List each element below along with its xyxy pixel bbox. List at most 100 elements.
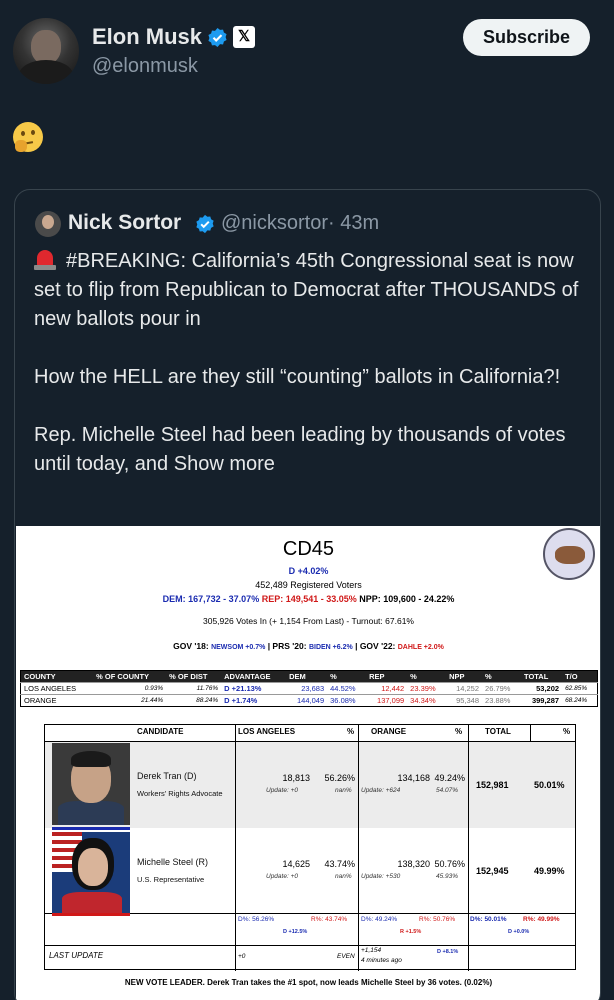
la-update-pct: nan% [335,787,352,794]
la-update-pct: nan% [335,873,352,880]
table-row: LOS ANGELES 0.93% 11.76% D +21.13% 23,68… [20,682,598,695]
or-update-pct: 54.07% [436,787,459,794]
quote-paragraph-1: #BREAKING: California’s 45th Congression… [34,247,594,334]
advantage: D +1.74% [221,694,287,707]
rep-pct: 34.34% [407,694,447,707]
quote-text-3: Rep. Michelle Steel had been leading by … [34,424,566,475]
col-candidate: CANDIDATE [137,727,184,736]
quoted-tweet[interactable]: Nick Sortor @nicksortor· 43m #BREAKING: … [14,189,601,1000]
district-advantage: D +4.02% [288,566,329,576]
quote-handle-text: @nicksortor [221,212,328,234]
previous-results: GOV '18: NEWSOM +0.7% | PRS '20: BIDEN +… [16,641,600,651]
total-dem-share: D%: 50.01% [470,916,507,923]
prev-gov22-label: | GOV '22: [352,641,398,651]
party-registration: DEM: 167,732 - 37.07% REP: 149,541 - 33.… [16,594,600,604]
dem-pct: 44.52% [327,682,367,695]
county-name: ORANGE [20,694,94,707]
pct-county: 21.44% [93,694,167,707]
votes-in: 305,926 Votes In (+ 1,154 From Last) - T… [203,616,414,626]
col-total: TOTAL [521,670,563,683]
col-rep: REP [366,670,408,683]
author-handle[interactable]: @elonmusk [92,55,198,78]
total-shift: D +0.0% [508,929,530,935]
or-shift: R +1.5% [400,929,422,935]
rep-registration: REP: 149,541 - 33.05% [261,594,357,604]
total-votes: 152,981 [476,780,509,790]
npp-pct: 23.88% [482,694,521,707]
last-update-la: +0 [238,953,246,960]
rotating-light-icon [34,248,56,270]
prev-prs20-value: BIDEN +6.2% [308,644,353,651]
table-row: ORANGE 21.44% 88.24% D +1.74% 144,049 36… [20,694,598,707]
rep-votes: 137,099 [366,694,408,707]
pct-dist: 88.24% [166,694,222,707]
or-dem-share: D%: 49.24% [361,916,398,923]
dem-votes: 23,683 [286,682,328,695]
rep-votes: 12,442 [366,682,408,695]
candidate-role: U.S. Representative [137,875,205,884]
candidate-role: Workers' Rights Advocate [137,789,223,798]
total-votes: 399,287 [521,694,563,707]
candidate-photo-steel [52,832,130,914]
quote-text: #BREAKING: California’s 45th Congression… [34,247,594,479]
candidate-name: Michelle Steel (R) [137,857,209,867]
or-pct: 50.76% [434,859,465,869]
dem-votes: 144,049 [286,694,328,707]
col-dem-pct: % [327,670,367,683]
col-or-pct: % [455,727,463,736]
candidate-photo-tran [52,743,130,825]
prev-gov18-value: NEWSOM +0.7% [211,644,266,651]
quote-paragraph-3: Rep. Michelle Steel had been leading by … [34,421,594,479]
quote-author-avatar [35,211,61,237]
prev-gov18-label: GOV '18: [173,641,212,651]
subscribe-button[interactable]: Subscribe [463,19,590,56]
author-avatar[interactable] [13,18,79,84]
registered-voters: 452,489 Registered Voters [255,580,362,590]
last-update-even: EVEN [337,953,355,960]
col-npp: NPP [446,670,483,683]
turnout: 62.85% [562,682,598,695]
quote-author-handle: @nicksortor· 43m [221,212,379,235]
la-rep-share: R%: 43.74% [311,916,348,923]
prev-prs20-label: | PRS '20: [265,641,309,651]
total-pct: 50.01% [534,780,565,790]
col-total-pct: % [563,727,571,736]
verified-badge-icon [196,214,214,234]
col-orange: ORANGE [371,727,407,736]
total-rep-share: R%: 49.99% [523,916,560,923]
col-dem: DEM [286,670,328,683]
or-rep-share: R%: 50.76% [419,916,456,923]
thinking-face-icon [13,122,43,152]
or-update: Update: +624 [361,787,401,794]
la-votes: 14,625 [282,859,310,869]
last-update-ago: 4 minutes ago [361,957,402,964]
la-dem-share: D%: 56.26% [238,916,275,923]
author-name[interactable]: Elon Musk [92,24,202,50]
candidate-table: CANDIDATE LOS ANGELES % ORANGE % TOTAL %… [44,724,576,971]
la-pct: 56.26% [324,773,355,783]
dem-color-bar [52,827,130,830]
la-update: Update: +0 [266,873,298,880]
county-name: LOS ANGELES [20,682,94,695]
npp-registration: NPP: 109,600 - 24.22% [359,594,455,604]
total-pct: 49.99% [534,866,565,876]
tweet-header: Elon Musk 𝕏 @elonmusk Subscribe [0,0,614,100]
or-update-pct: 45.93% [436,873,459,880]
pct-dist: 11.76% [166,682,222,695]
dem-registration: DEM: 167,732 - 37.07% [162,594,260,604]
col-los-angeles: LOS ANGELES [238,727,296,736]
col-pct-county: % OF COUNTY [93,670,167,683]
x-affiliate-icon: 𝕏 [233,26,255,48]
la-update: Update: +0 [266,787,298,794]
show-more-link[interactable]: Show more [174,453,275,475]
or-update: Update: +530 [361,873,401,880]
candidate-name: Derek Tran (D) [137,771,197,781]
total-votes: 152,945 [476,866,509,876]
county-table-header: COUNTY % OF COUNTY % OF DIST ADVANTAGE D… [20,670,598,683]
la-votes: 18,813 [282,773,310,783]
prev-gov22-value: DAHLE +2.0% [397,644,444,651]
col-npp-pct: % [482,670,521,683]
npp-votes: 14,252 [446,682,483,695]
election-results-image[interactable]: CD45 D +4.02% 452,489 Registered Voters … [16,526,600,1000]
pct-county: 0.93% [93,682,167,695]
